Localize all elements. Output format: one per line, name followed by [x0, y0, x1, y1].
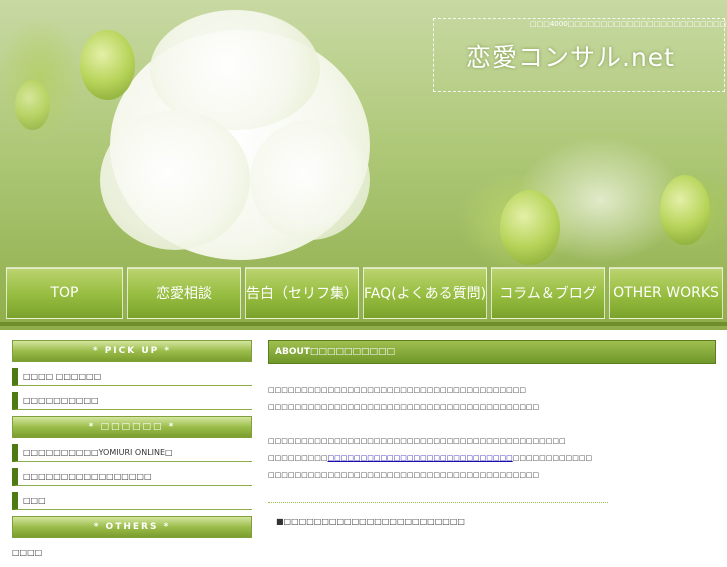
nav-other-works[interactable]: OTHER WORKS — [609, 267, 723, 319]
sidebar-link[interactable]: □□□□ — [12, 544, 252, 561]
about-text: □□□□□□□□□□□□□□□□□□□□□□□□□□□□□□□□□□□□□□□ — [268, 386, 526, 394]
header-divider — [0, 322, 727, 326]
intro-link[interactable]: □□□□□□□□□□□□□□□□□□□□□□□□□□□□ — [328, 454, 513, 462]
main-nav: TOP 恋愛相談 告白（セリフ集） FAQ(よくある質問) コラム＆ブログ OT… — [6, 267, 723, 319]
nav-column-blog[interactable]: コラム＆ブログ — [491, 267, 606, 319]
intro-text: □□□□□□□□□□□□□□□□□□□□□□□□□□□□□□□□□□□□□□□□… — [268, 437, 566, 445]
content-divider — [268, 502, 608, 503]
sidebar-link[interactable]: □□□□ □□□□□□ — [12, 368, 252, 386]
about-text: □□□□□□□□□□□□□□□□□□□□□□□□□□□□□□□□□□□□□□□□… — [268, 403, 540, 411]
section-title: ■□□□□□□□□□□□□□□□□□□□□□□□□ — [276, 517, 465, 526]
others-heading: * OTHERS * — [12, 516, 252, 538]
pickup-heading: * PICK UP * — [12, 340, 252, 362]
intro-text-pre: □□□□□□□□□ — [268, 454, 328, 462]
nav-confession[interactable]: 告白（セリフ集） — [244, 267, 359, 319]
intro-text: □□□□□□□□□□□□□□□□□□□□□□□□□□□□□□□□□□□□□□□□… — [268, 471, 540, 479]
sidebar: * PICK UP * □□□□ □□□□□□ □□□□□□□□□□ * □□□… — [12, 340, 252, 567]
sidebar-link[interactable]: □□□□□□□□□□ — [12, 392, 252, 410]
sidebar-link[interactable]: □□□ — [12, 492, 252, 510]
intro-text-post: □□□□□□□□□□□□ — [512, 454, 593, 462]
nav-love-consultation[interactable]: 恋愛相談 — [127, 267, 241, 319]
site-tagline: □□□4000□□□□□□□□□□□□□□□□□□□□□□□□□□□□□□□□□ — [530, 20, 727, 28]
nav-faq[interactable]: FAQ(よくある質問) — [362, 267, 488, 319]
intro-text-with-link: □□□□□□□□□□□□□□□□□□□□□□□□□□□□□□□□□□□□□□□□… — [268, 450, 716, 467]
site-title[interactable]: 恋愛コンサル.net — [466, 38, 675, 74]
header-photo: □□□4000□□□□□□□□□□□□□□□□□□□□□□□□□□□□□□□□□… — [0, 0, 727, 330]
flower-bud-image — [80, 30, 135, 100]
about-heading: ABOUT□□□□□□□□□□ — [268, 340, 716, 364]
sidebar-link[interactable]: □□□□□□□□□□□□□□□□□ — [12, 468, 252, 486]
section2-heading: * □□□□□□ * — [12, 416, 252, 438]
main-content: ABOUT□□□□□□□□□□ □□□□□□□□□□□□□□□□□□□□□□□□… — [268, 340, 716, 526]
sidebar-link[interactable]: □□□□□□□□□□YOMIURI ONLINE□ — [12, 444, 252, 462]
nav-top[interactable]: TOP — [6, 267, 123, 319]
